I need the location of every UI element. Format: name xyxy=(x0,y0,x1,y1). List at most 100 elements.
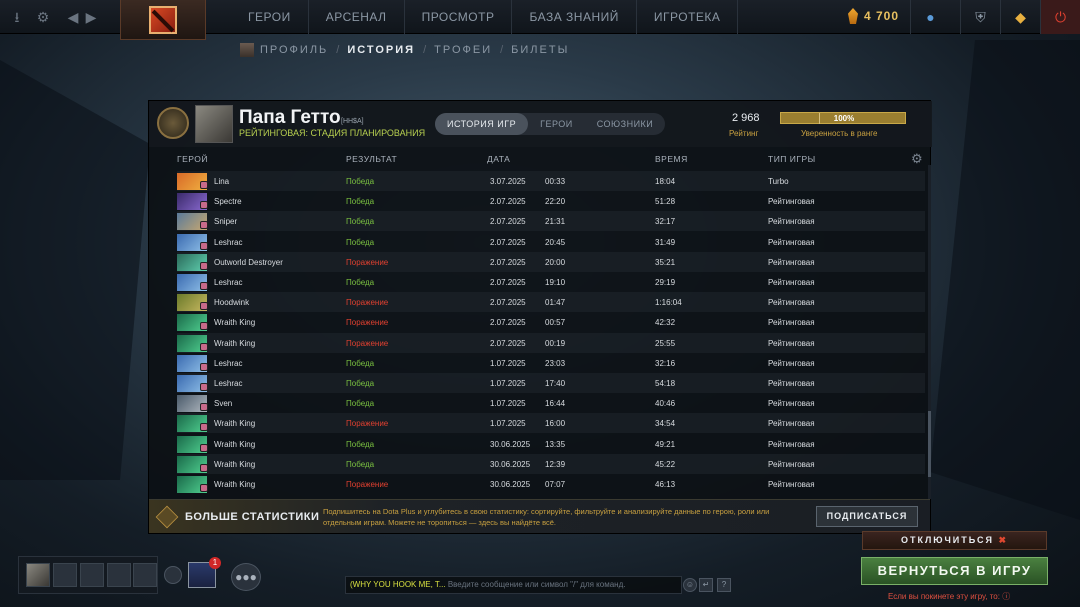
power-icon[interactable]: ⏻ xyxy=(1040,0,1080,34)
dota-logo-icon xyxy=(149,6,177,34)
player-avatar[interactable] xyxy=(195,105,233,143)
chat-wheel-icon[interactable]: ↵ xyxy=(699,578,713,592)
table-row[interactable]: Sniper Победа 2.07.2025 21:31 32:17 Рейтингов… xyxy=(177,211,925,232)
minimize-icon[interactable]: ⭳ xyxy=(8,8,26,26)
chat-bubble-icon[interactable]: ● xyxy=(910,0,950,34)
hero-name: Leshrac xyxy=(214,358,243,368)
table-row[interactable]: Wraith King Победа 30.06.2025 12:39 45:22 Рей… xyxy=(177,453,925,474)
disconnect-button[interactable]: ОТКЛЮЧИТЬСЯ ✖ xyxy=(862,531,1047,550)
nav-watch[interactable]: ПРОСМОТР xyxy=(405,0,513,34)
col-header-date[interactable]: ДАТА xyxy=(487,154,510,164)
col-header-result[interactable]: РЕЗУЛЬТАТ xyxy=(346,154,397,164)
hero-name: Leshrac xyxy=(214,278,243,287)
party-slot-empty[interactable] xyxy=(53,563,77,587)
party-slot-empty[interactable] xyxy=(107,563,131,587)
subnav-trophies[interactable]: ТРОФЕИ xyxy=(434,44,492,56)
hero-name: Wraith King xyxy=(214,419,256,429)
role-badge-icon xyxy=(200,443,208,452)
table-row[interactable]: Outworld Destroyer Поражение 2.07.2025 20:0… xyxy=(177,251,925,272)
match-history-panel: Папа Гетто [НН$A] РЕЙТИНГОВАЯ: СТАДИЯ ПЛ… xyxy=(148,100,932,534)
settings-gear-icon[interactable]: ⚙ xyxy=(34,8,52,26)
match-time: 21:31 xyxy=(545,217,566,227)
table-row[interactable]: Wraith King Победа 30.06.2025 13:35 49:21 Рей… xyxy=(177,434,925,454)
match-time: 22:20 xyxy=(545,197,566,207)
party-slot-empty[interactable] xyxy=(80,563,104,587)
subnav-tickets[interactable]: БИЛЕТЫ xyxy=(511,44,569,56)
emoji-icon[interactable]: ☺ xyxy=(683,578,697,592)
table-row[interactable]: Leshrac Победа 2.07.2025 20:45 31:49 Рейтинго… xyxy=(177,232,925,252)
shield-icon[interactable]: ⛨ xyxy=(960,0,1000,34)
player-name: Папа Гетто xyxy=(239,107,341,128)
tab-heroes[interactable]: ГЕРОИ xyxy=(528,113,585,135)
col-header-duration[interactable]: ВРЕМЯ xyxy=(655,154,688,164)
role-badge-icon xyxy=(200,241,208,250)
match-date: 1.07.2025 xyxy=(490,399,526,409)
subnav-profile[interactable]: ПРОФИЛЬ xyxy=(260,44,328,56)
return-to-game-button[interactable]: ВЕРНУТЬСЯ В ИГРУ xyxy=(861,557,1048,585)
table-row[interactable]: Leshrac Победа 1.07.2025 23:03 32:16 Рейтинго… xyxy=(177,353,925,373)
nav-arcade[interactable]: ИГРОТЕКА xyxy=(637,0,739,34)
game-mode: Рейтинговая xyxy=(768,459,815,469)
match-result: Победа xyxy=(346,459,375,469)
nav-heroes[interactable]: ГЕРОИ xyxy=(232,0,309,34)
scrollbar-thumb[interactable] xyxy=(928,411,931,477)
party-slot-self[interactable] xyxy=(26,563,50,587)
nav-armory[interactable]: АРСЕНАЛ xyxy=(309,0,405,34)
match-time: 00:19 xyxy=(545,338,566,348)
match-result: Поражение xyxy=(346,480,389,489)
match-time: 07:07 xyxy=(545,480,566,489)
match-date: 1.07.2025 xyxy=(490,419,526,429)
forward-arrow-icon[interactable]: ▶ xyxy=(82,8,100,26)
party-slot-empty[interactable] xyxy=(133,563,157,587)
match-duration: 42:32 xyxy=(655,318,676,328)
voice-chat-icon[interactable] xyxy=(164,566,182,584)
table-row[interactable]: Sven Победа 1.07.2025 16:44 40:46 Рейтинговая xyxy=(177,393,925,413)
chat-channel[interactable]: (WHY YOU HOOK ME, T... xyxy=(350,580,446,589)
subscribe-button[interactable]: ПОДПИСАТЬСЯ xyxy=(816,506,918,527)
table-row[interactable]: Leshrac Победа 1.07.2025 17:40 54:18 Рейтинго… xyxy=(177,373,925,393)
col-header-game-mode[interactable]: ТИП ИГРЫ xyxy=(768,154,816,164)
game-mode: Рейтинговая xyxy=(768,318,815,328)
match-date: 30.06.2025 xyxy=(490,439,531,449)
table-row[interactable]: Spectre Победа 2.07.2025 22:20 51:28 Рейтинго… xyxy=(177,191,925,211)
chat-input[interactable]: (WHY YOU HOOK ME, T... Введите сообщение… xyxy=(345,576,682,594)
dota-logo-button[interactable] xyxy=(120,0,206,40)
rank-medal-icon[interactable] xyxy=(157,107,189,139)
role-badge-icon xyxy=(200,201,208,210)
notification-card[interactable]: 1 xyxy=(188,557,221,588)
col-header-hero[interactable]: ГЕРОЙ xyxy=(177,154,208,164)
notification-badge: 1 xyxy=(209,557,221,569)
table-row[interactable]: Wraith King Поражение 1.07.2025 16:00 34:54 Р… xyxy=(177,413,925,434)
match-date: 1.07.2025 xyxy=(490,358,526,368)
rating-label: Рейтинг xyxy=(729,129,759,138)
table-row[interactable]: Hoodwink Поражение 2.07.2025 01:47 1:16:04 Ре… xyxy=(177,292,925,313)
shards-balance[interactable]: 4 700 xyxy=(848,8,899,24)
hero-name: Hoodwink xyxy=(214,298,250,308)
subnav-separator: / xyxy=(336,44,340,56)
info-icon[interactable]: ⓘ xyxy=(1002,592,1010,601)
friends-icon[interactable]: ●●● xyxy=(231,563,261,591)
tab-match-history[interactable]: ИСТОРИЯ ИГР xyxy=(435,113,529,135)
table-row[interactable]: Wraith King Поражение 30.06.2025 07:07 46:13… xyxy=(177,474,925,494)
match-time: 20:45 xyxy=(545,237,566,247)
role-badge-icon xyxy=(200,261,208,270)
table-settings-gear-icon[interactable]: ⚙ xyxy=(911,152,925,166)
table-row[interactable]: Leshrac Победа 2.07.2025 19:10 29:19 Рейтинго… xyxy=(177,272,925,292)
back-arrow-icon[interactable]: ◀ xyxy=(64,8,82,26)
match-time: 19:10 xyxy=(545,278,566,287)
table-row[interactable]: Lina Победа 3.07.2025 00:33 18:04 Turbo xyxy=(177,171,925,191)
table-row[interactable]: Wraith King Поражение 2.07.2025 00:19 25:55 Р… xyxy=(177,332,925,353)
match-list-scrollbar[interactable] xyxy=(928,165,931,499)
dota-plus-icon xyxy=(155,505,179,529)
match-date: 30.06.2025 xyxy=(490,480,531,489)
match-date: 2.07.2025 xyxy=(490,338,526,348)
match-result: Победа xyxy=(346,177,375,186)
subnav-history[interactable]: ИСТОРИЯ xyxy=(347,44,415,56)
dota-plus-icon[interactable]: ◆ xyxy=(1000,0,1040,34)
match-duration: 1:16:04 xyxy=(655,298,682,308)
table-row[interactable]: Wraith King Поражение 2.07.2025 00:57 42:32 Р… xyxy=(177,312,925,332)
tab-allies[interactable]: СОЮЗНИКИ xyxy=(585,113,666,135)
help-icon[interactable]: ? xyxy=(717,578,731,592)
role-badge-icon xyxy=(200,181,208,189)
nav-learn[interactable]: БАЗА ЗНАНИЙ xyxy=(512,0,637,34)
